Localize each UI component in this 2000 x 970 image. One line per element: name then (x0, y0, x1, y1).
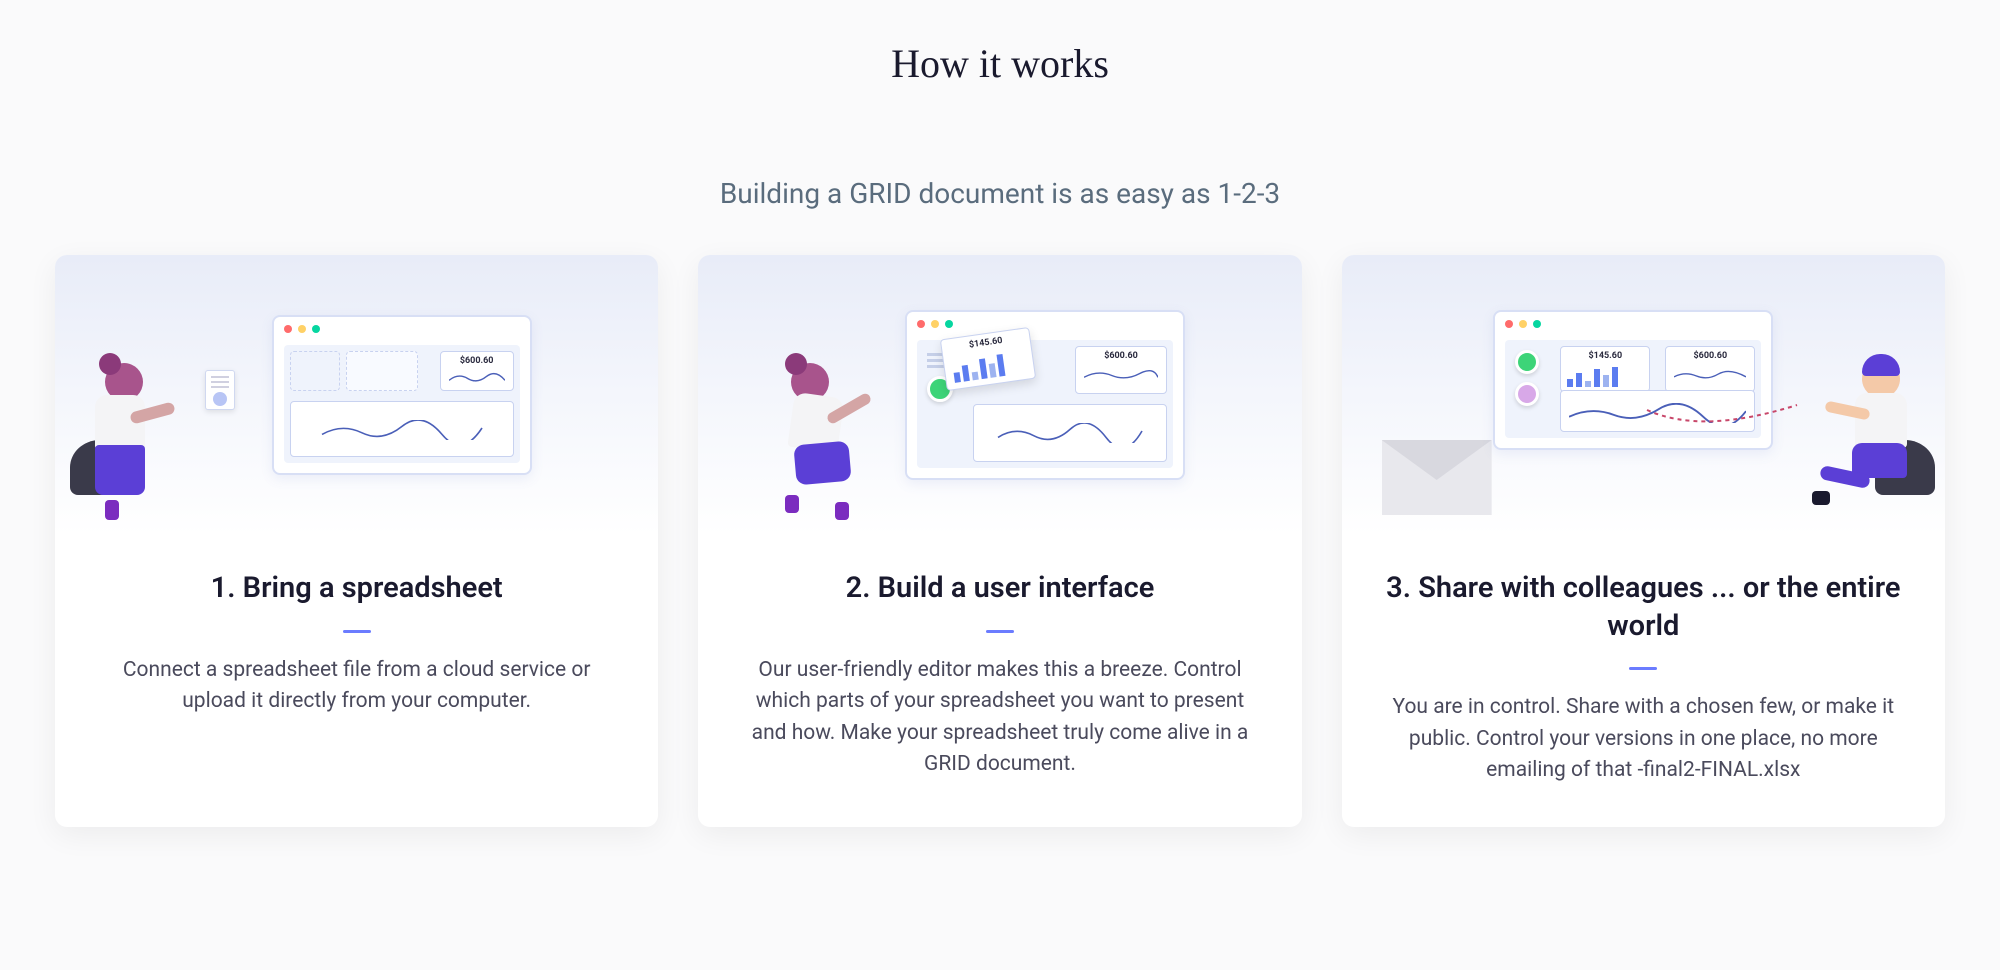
card-description: You are in control. Share with a chosen … (1342, 692, 1945, 787)
divider-icon (1629, 667, 1657, 670)
card-title: 2. Build a user interface (698, 570, 1301, 608)
divider-icon (343, 630, 371, 633)
subtitle: Building a GRID document is as easy as 1… (50, 177, 1950, 210)
card-title: 1. Bring a spreadsheet (55, 570, 658, 608)
main-title: How it works (50, 40, 1950, 87)
amount-label: $600.60 (1694, 351, 1728, 361)
illustration-bring-spreadsheet: $600.60 (55, 255, 658, 535)
card-description: Our user-friendly editor makes this a br… (698, 655, 1301, 781)
amount-label: $600.60 (1104, 351, 1138, 361)
illustration-build-ui: $600.60 $145.60 (698, 255, 1301, 535)
amount-label: $145.60 (1589, 351, 1623, 361)
amount-label: $600.60 (460, 356, 494, 366)
divider-icon (986, 630, 1014, 633)
cards-row: $600.60 (50, 255, 1950, 827)
illustration-share: $145.60 $600.60 (1342, 255, 1945, 535)
amount-label: $145.60 (969, 336, 1004, 351)
card-step-3: $145.60 $600.60 (1342, 255, 1945, 827)
card-step-2: $600.60 $145.60 (698, 255, 1301, 827)
envelope-icon (1382, 440, 1492, 515)
card-title: 3. Share with colleagues ... or the enti… (1342, 570, 1945, 645)
card-step-1: $600.60 (55, 255, 658, 827)
card-description: Connect a spreadsheet file from a cloud … (55, 655, 658, 718)
